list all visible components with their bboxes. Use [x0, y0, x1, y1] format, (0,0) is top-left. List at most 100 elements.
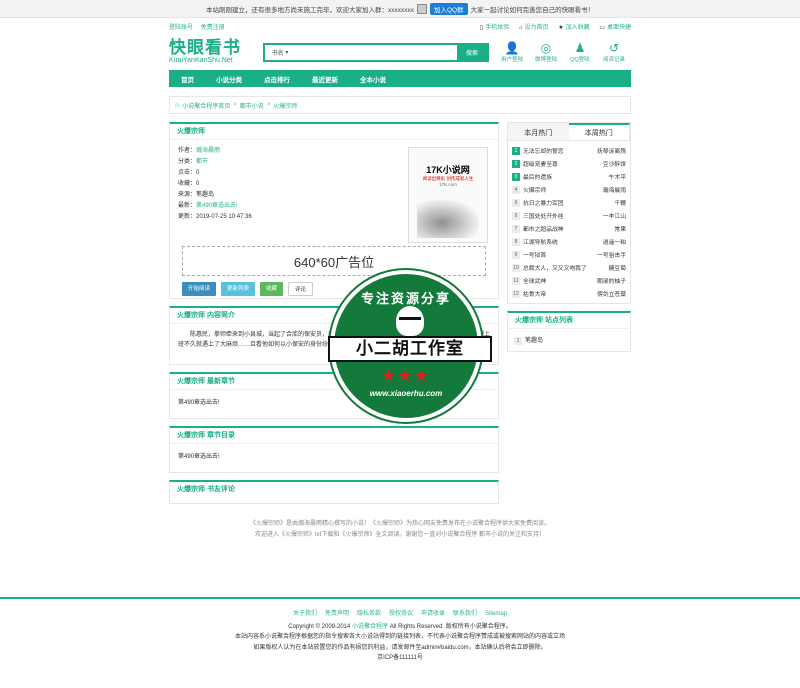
desktop-icon: ▭	[599, 24, 605, 31]
hot-book-author: 千鞭	[614, 201, 626, 207]
mobile-link[interactable]: ▯ 手机体验	[480, 25, 509, 31]
hot-book-item[interactable]: 9 一号狱首 一号狙击手	[512, 248, 626, 261]
top-notice-bar: 本站刚刚建立，还有很多地方尚未施工完毕，欢迎大家加入群：xxxxxxxx 加入Q…	[0, 0, 800, 18]
breadcrumb-home[interactable]: 小说聚合程序首页	[182, 101, 230, 110]
site-item[interactable]: 1 笔趣岛	[514, 335, 624, 345]
hot-book-name[interactable]: 一号狱首	[523, 250, 546, 259]
ad-placeholder[interactable]: 640*60广告位	[182, 246, 486, 276]
nav-item-2[interactable]: 点击排行	[264, 74, 290, 84]
rank-number: 10	[512, 263, 520, 272]
hot-book-item[interactable]: 6 三国处处开外挂 一丰江山	[512, 209, 626, 222]
set-homepage-link[interactable]: ⌂ 设为首页	[519, 25, 549, 31]
favorite-button[interactable]: 收藏	[260, 282, 284, 296]
icp-number[interactable]: 京ICP备111111号	[0, 653, 800, 664]
book-title: 火爆宗师	[170, 124, 498, 140]
breadcrumb-book[interactable]: 火爆宗师	[273, 101, 297, 110]
author-link[interactable]: 瀚海晨雨	[196, 148, 220, 154]
hot-book-author: 糖豆菊	[608, 266, 626, 272]
rank-number: 1	[512, 146, 520, 155]
weibo-login-button[interactable]: ◎ 微博登陆	[533, 41, 559, 63]
mobile-icon: ▯	[479, 24, 484, 31]
book-cover[interactable]: 17K小说网 阅读出精彩 创作成就人生 17K.com	[408, 147, 488, 243]
hot-book-name[interactable]: 总裁大人，又又又吻我了	[523, 263, 587, 272]
hot-book-name[interactable]: 江湖导航系统	[523, 237, 558, 246]
hot-book-name[interactable]: 枯骨大帝	[523, 289, 546, 298]
nav-item-1[interactable]: 小说分类	[216, 74, 242, 84]
rank-number: 11	[512, 276, 520, 285]
rank-number: 3	[512, 172, 520, 181]
tab-week-hot[interactable]: 本周热门	[568, 123, 630, 140]
weibo-icon: ◎	[540, 41, 552, 55]
comments-panel: 火爆宗师 书友评论	[169, 480, 499, 504]
login-link[interactable]: 登陆账号	[169, 25, 193, 31]
comment-button[interactable]: 评论	[288, 282, 314, 296]
tab-month-hot[interactable]: 本月热门	[508, 123, 569, 140]
latest-chapter-link[interactable]: 第490章选出去!	[196, 203, 238, 209]
join-qq-group-button[interactable]: 加入QQ群	[429, 2, 468, 15]
site-logo[interactable]: 快眼看书 KuaiYanKanShu.Net	[169, 39, 261, 65]
hot-book-author: 一号狙击手	[597, 253, 626, 259]
rank-number: 5	[512, 198, 520, 207]
hot-book-author: 期滚的柚子	[597, 279, 626, 285]
chapter-list-button[interactable]: 更新列表	[221, 282, 256, 296]
hot-book-author: 豆沙醉饼	[602, 162, 626, 168]
breadcrumb: ⌂ 小说聚合程序首页 > 都市小说 > 火爆宗师	[169, 96, 631, 114]
history-login-button[interactable]: ↺ 阅读记录	[601, 41, 627, 63]
rank-number: 9	[512, 250, 520, 259]
hot-book-name[interactable]: 无法忘却的誓恋	[523, 146, 564, 155]
hot-book-item[interactable]: 7 都市之超品战神 常果	[512, 222, 626, 235]
sites-title: 火爆宗师 站点列表	[508, 313, 630, 329]
hot-book-item[interactable]: 4 火爆宗师 瀚海晨雨	[512, 183, 626, 196]
user-bar: 登陆账号 免费注册 ▯ 手机体验 ⌂ 设为首页 ★ 加入收藏 ▭ 桌面快捷	[169, 18, 631, 34]
footer-link-5[interactable]: 联系我们	[453, 611, 477, 617]
nav-item-3[interactable]: 最近更新	[312, 74, 338, 84]
hot-book-name[interactable]: 抗日之暴力军团	[523, 198, 564, 207]
hot-book-item[interactable]: 5 抗日之暴力军团 千鞭	[512, 196, 626, 209]
rank-number: 4	[512, 185, 520, 194]
footer-link-4[interactable]: 申请收录	[421, 611, 445, 617]
main-nav: 首页 小说分类 点击排行 最近更新 全本小说	[169, 70, 631, 87]
search-button[interactable]: 搜索	[457, 44, 487, 60]
search-input[interactable]	[295, 44, 457, 60]
category-link[interactable]: 都市	[196, 159, 208, 165]
hot-book-name[interactable]: 最后的遗族	[523, 172, 552, 181]
hot-book-item[interactable]: 3 最后的遗族 午木平	[512, 170, 626, 183]
footer-links: 关于我们 免责声明 隐私条款 授权协议 申请收录 联系我们 Sitemap	[0, 609, 800, 620]
search-category-select[interactable]: 书名 ▾	[265, 45, 295, 60]
star-icon: ★	[558, 24, 564, 31]
nav-item-0[interactable]: 首页	[181, 74, 194, 84]
hot-book-name[interactable]: 火爆宗师	[523, 185, 546, 194]
history-icon: ↺	[608, 41, 620, 55]
qq-icon: ♟	[574, 41, 586, 55]
rank-number: 7	[512, 224, 520, 233]
notice-text: 本站刚刚建立，还有很多地方尚未施工完毕，欢迎大家加入群：xxxxxxxx	[205, 6, 414, 14]
add-favorite-link[interactable]: ★ 加入收藏	[558, 25, 589, 31]
hot-book-item[interactable]: 8 江湖导航系统 逍遥一粕	[512, 235, 626, 248]
footer-link-6[interactable]: Sitemap	[485, 611, 507, 617]
footer-link-1[interactable]: 免责声明	[325, 611, 349, 617]
footer-link-3[interactable]: 授权协议	[389, 611, 413, 617]
hot-book-name[interactable]: 都市之超品战神	[523, 224, 564, 233]
hot-book-item[interactable]: 12 枯骨大帝 傍剑立苍蘖	[512, 287, 626, 300]
hot-book-name[interactable]: 超级宠妻至尊	[523, 159, 558, 168]
desktop-shortcut-link[interactable]: ▭ 桌面快捷	[599, 25, 631, 31]
nav-item-4[interactable]: 全本小说	[360, 74, 386, 84]
chapter-list-item[interactable]: 第490章选出去!	[170, 444, 498, 472]
hot-book-author: 瀚海晨雨	[602, 188, 626, 194]
hot-book-name[interactable]: 全球武神	[523, 276, 546, 285]
hot-book-item[interactable]: 10 总裁大人，又又又吻我了 糖豆菊	[512, 261, 626, 274]
footer-link-2[interactable]: 隐私条款	[357, 611, 381, 617]
user-login-button[interactable]: 👤 用户登陆	[499, 41, 525, 63]
breadcrumb-category[interactable]: 都市小说	[240, 101, 264, 110]
hot-book-item[interactable]: 11 全球武神 期滚的柚子	[512, 274, 626, 287]
qq-login-button[interactable]: ♟ QQ登陆	[567, 41, 593, 63]
hot-book-name[interactable]: 三国处处开外挂	[523, 211, 564, 220]
hot-book-item[interactable]: 1 无法忘却的誓恋 抚琴诉离殇	[512, 144, 626, 157]
register-link[interactable]: 免费注册	[201, 25, 225, 31]
header: 快眼看书 KuaiYanKanShu.Net 书名 ▾ 搜索 👤 用户登陆 ◎ 微博登…	[169, 34, 631, 70]
start-reading-button[interactable]: 开始阅读	[182, 282, 217, 296]
footer-link-0[interactable]: 关于我们	[293, 611, 317, 617]
footer-site-link[interactable]: 小说聚合程序	[352, 624, 388, 630]
home-icon: ⌂	[518, 24, 523, 31]
hot-book-item[interactable]: 2 超级宠妻至尊 豆沙醉饼	[512, 157, 626, 170]
